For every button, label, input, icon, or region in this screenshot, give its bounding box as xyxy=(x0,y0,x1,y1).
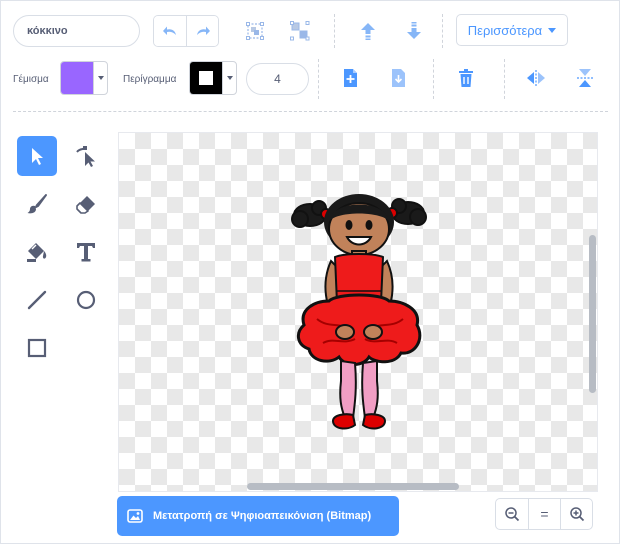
zoom-in-icon xyxy=(569,507,584,522)
fill-tool[interactable] xyxy=(17,232,57,272)
toolbar-separator xyxy=(504,59,505,99)
outline-label: Περίγραμμα xyxy=(123,74,177,85)
brush-tool[interactable] xyxy=(17,184,57,224)
zoom-reset-button[interactable]: = xyxy=(528,499,560,529)
group-button[interactable] xyxy=(242,18,268,44)
paste-button[interactable] xyxy=(385,65,411,91)
toolbar-divider xyxy=(13,111,608,112)
backward-button[interactable] xyxy=(401,18,427,44)
more-menu-label: Περισσότερα xyxy=(467,22,543,38)
toolbar-separator xyxy=(433,59,434,99)
square-icon xyxy=(27,338,47,358)
copy-button[interactable] xyxy=(337,65,363,91)
flip-vertical-button[interactable] xyxy=(572,65,598,91)
ungroup-button[interactable] xyxy=(287,18,313,44)
chevron-down-icon xyxy=(226,76,233,80)
flip-horizontal-button[interactable] xyxy=(523,65,549,91)
cursor-arrow-icon xyxy=(32,148,43,165)
paste-icon xyxy=(392,69,405,87)
circle-tool[interactable] xyxy=(66,280,106,320)
toolbar-separator xyxy=(334,14,335,48)
brush-icon xyxy=(27,194,47,214)
zoom-out-icon xyxy=(505,507,520,522)
undo-redo-group xyxy=(153,15,219,47)
delete-button[interactable] xyxy=(453,65,479,91)
outline-color-picker[interactable] xyxy=(189,61,237,95)
ungroup-icon xyxy=(290,21,310,41)
costume-name-input[interactable] xyxy=(13,15,140,47)
chevron-down-icon xyxy=(548,27,557,33)
convert-to-bitmap-button[interactable]: Μετατροπή σε Ψηφιοαπεικόνιση (Bitmap) xyxy=(117,496,399,536)
arrow-up-icon xyxy=(361,23,375,40)
toolbar-separator xyxy=(318,59,319,99)
eraser-icon xyxy=(76,196,95,214)
reshape-icon xyxy=(76,146,95,167)
fill-dropdown-arrow xyxy=(93,62,107,94)
zoom-in-button[interactable] xyxy=(560,499,592,529)
outline-swatch xyxy=(190,62,222,94)
fill-swatch xyxy=(61,62,93,94)
more-menu-button[interactable]: Περισσότερα xyxy=(456,14,568,46)
fill-label: Γέμισμα xyxy=(13,74,49,85)
circle-icon xyxy=(76,290,96,310)
undo-button[interactable] xyxy=(154,16,186,46)
zoom-reset-label: = xyxy=(540,506,549,522)
rectangle-tool[interactable] xyxy=(17,328,57,368)
forward-button[interactable] xyxy=(355,18,381,44)
text-tool[interactable] xyxy=(66,232,106,272)
flip-horizontal-icon xyxy=(527,70,545,86)
horizontal-scrollbar[interactable] xyxy=(247,483,459,490)
undo-icon xyxy=(163,26,176,35)
convert-to-bitmap-label: Μετατροπή σε Ψηφιοαπεικόνιση (Bitmap) xyxy=(153,510,372,522)
redo-button[interactable] xyxy=(186,16,218,46)
zoom-controls: = xyxy=(495,498,593,530)
eraser-tool[interactable] xyxy=(66,184,106,224)
trash-icon xyxy=(459,69,473,87)
group-icon xyxy=(246,22,264,40)
copy-icon xyxy=(344,69,357,87)
outline-dropdown-arrow xyxy=(222,62,236,94)
chevron-down-icon xyxy=(97,76,104,80)
paint-editor: Περισσότερα Γέμισμα Περίγραμμα xyxy=(0,0,620,544)
text-t-icon xyxy=(77,243,95,262)
outline-width-input[interactable] xyxy=(246,63,309,95)
paint-bucket-icon xyxy=(27,243,47,262)
select-tool[interactable] xyxy=(17,136,57,176)
line-tool[interactable] xyxy=(17,280,57,320)
flip-vertical-icon xyxy=(577,69,593,87)
fill-color-picker[interactable] xyxy=(60,61,108,95)
girl-costume-drawing xyxy=(291,194,427,430)
image-icon xyxy=(127,509,143,523)
line-icon xyxy=(27,290,47,310)
redo-icon xyxy=(196,26,210,35)
vertical-scrollbar[interactable] xyxy=(589,235,596,393)
zoom-out-button[interactable] xyxy=(496,499,528,529)
reshape-tool[interactable] xyxy=(66,136,106,176)
arrow-down-icon xyxy=(407,22,421,39)
drawing-canvas[interactable] xyxy=(118,132,598,492)
toolbar-separator xyxy=(442,14,443,48)
